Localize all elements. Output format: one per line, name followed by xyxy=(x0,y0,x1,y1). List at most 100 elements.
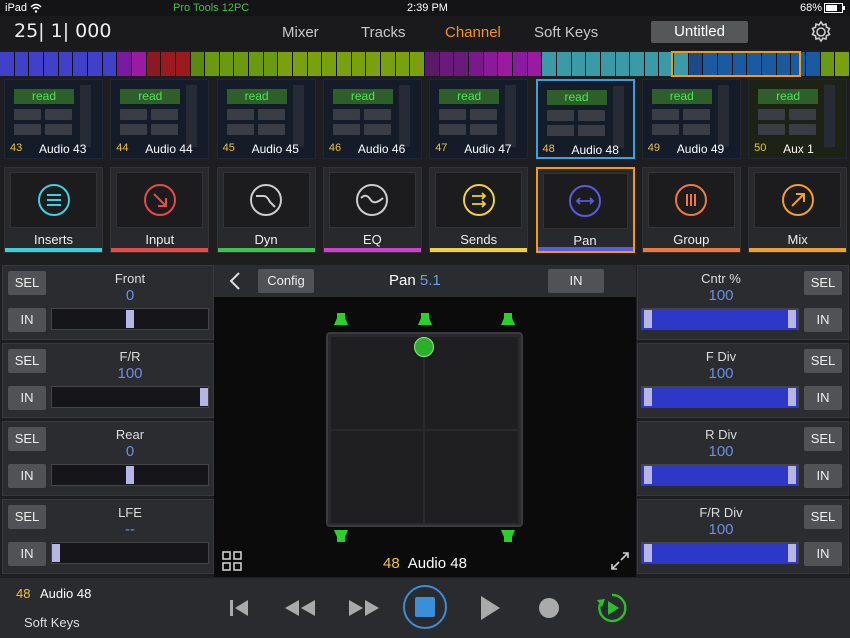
tab-soft-keys[interactable]: Soft Keys xyxy=(534,24,598,41)
track-tile[interactable]: read 50 Aux 1 xyxy=(748,79,848,159)
control-slider[interactable] xyxy=(51,542,209,564)
track-color-cell[interactable] xyxy=(820,52,836,76)
sel-button[interactable]: SEL xyxy=(804,271,842,295)
track-color-cell[interactable] xyxy=(87,52,103,76)
function-button-inserts[interactable]: Inserts xyxy=(4,167,103,253)
track-color-cell[interactable] xyxy=(439,52,455,76)
track-color-cell[interactable] xyxy=(131,52,147,76)
rewind-to-start-icon[interactable] xyxy=(228,598,250,618)
in-button[interactable]: IN xyxy=(804,464,842,488)
tab-channel[interactable]: Channel xyxy=(445,24,501,41)
track-color-cell[interactable] xyxy=(43,52,59,76)
play-icon[interactable] xyxy=(478,594,502,622)
slider-thumb[interactable] xyxy=(788,466,796,484)
sel-button[interactable]: SEL xyxy=(8,271,46,295)
track-color-cell[interactable] xyxy=(307,52,323,76)
automation-mode[interactable]: read xyxy=(332,89,393,104)
timecode-counter[interactable]: 25| 1| 000 xyxy=(14,20,111,42)
function-button-eq[interactable]: EQ xyxy=(322,167,422,253)
track-color-cell[interactable] xyxy=(0,52,15,76)
track-color-cell[interactable] xyxy=(102,52,118,76)
track-color-cell[interactable] xyxy=(586,52,601,76)
track-color-cell[interactable] xyxy=(498,52,513,76)
rewind-icon[interactable] xyxy=(283,598,317,618)
slider-thumb[interactable] xyxy=(52,544,60,562)
in-button[interactable]: IN xyxy=(804,542,842,566)
function-button-sends[interactable]: Sends xyxy=(429,167,529,253)
slider-thumb[interactable] xyxy=(788,544,796,562)
track-color-cell[interactable] xyxy=(351,52,367,76)
slider-thumb[interactable] xyxy=(126,310,134,328)
control-slider[interactable] xyxy=(51,386,209,408)
config-button[interactable]: Config xyxy=(258,269,314,293)
control-slider[interactable] xyxy=(641,386,799,408)
track-tile[interactable]: read 46 Audio 46 xyxy=(322,79,422,159)
track-color-cell[interactable] xyxy=(630,52,645,76)
automation-mode[interactable]: read xyxy=(120,89,181,104)
slider-thumb[interactable] xyxy=(788,388,796,406)
track-color-cell[interactable] xyxy=(615,52,631,76)
chevron-left-icon[interactable] xyxy=(228,271,242,291)
track-color-cell[interactable] xyxy=(58,52,74,76)
in-button[interactable]: IN xyxy=(8,386,46,410)
track-color-cell[interactable] xyxy=(117,52,132,76)
track-tile[interactable]: read 47 Audio 47 xyxy=(429,79,529,159)
fast-forward-icon[interactable] xyxy=(347,598,381,618)
track-color-cell[interactable] xyxy=(278,52,294,76)
track-color-cell[interactable] xyxy=(806,52,821,76)
in-button[interactable]: IN xyxy=(8,464,46,488)
tab-mixer[interactable]: Mixer xyxy=(282,24,319,41)
track-color-cell[interactable] xyxy=(483,52,499,76)
track-color-cell[interactable] xyxy=(468,52,484,76)
track-color-cell[interactable] xyxy=(410,52,425,76)
track-color-cell[interactable] xyxy=(425,52,440,76)
slider-thumb-start[interactable] xyxy=(644,466,652,484)
expand-icon[interactable] xyxy=(610,551,630,571)
track-tile[interactable]: read 49 Audio 49 xyxy=(641,79,741,159)
soft-keys-button[interactable]: Soft Keys xyxy=(24,615,80,630)
track-color-cell[interactable] xyxy=(146,52,162,76)
track-color-cell[interactable] xyxy=(395,52,411,76)
slider-thumb[interactable] xyxy=(200,388,208,406)
track-color-cell[interactable] xyxy=(512,52,528,76)
pan-in-button[interactable]: IN xyxy=(548,269,604,293)
record-icon[interactable] xyxy=(538,597,560,619)
control-slider[interactable] xyxy=(51,464,209,486)
in-button[interactable]: IN xyxy=(804,308,842,332)
track-color-cell[interactable] xyxy=(73,52,88,76)
track-tile[interactable]: read 45 Audio 45 xyxy=(216,79,316,159)
track-color-cell[interactable] xyxy=(29,52,44,76)
session-name-button[interactable]: Untitled xyxy=(651,21,748,43)
pan-puck[interactable] xyxy=(414,337,434,357)
track-color-cell[interactable] xyxy=(249,52,264,76)
function-button-input[interactable]: Input xyxy=(110,167,210,253)
function-button-dyn[interactable]: Dyn xyxy=(216,167,316,253)
track-color-cell[interactable] xyxy=(527,52,543,76)
track-color-strip[interactable] xyxy=(0,51,850,77)
surround-pan-grid[interactable] xyxy=(326,332,523,527)
track-tile[interactable]: read 44 Audio 44 xyxy=(110,79,210,159)
track-color-cell[interactable] xyxy=(161,52,176,76)
bank-window[interactable] xyxy=(671,51,801,77)
track-color-cell[interactable] xyxy=(205,52,220,76)
track-color-cell[interactable] xyxy=(263,52,279,76)
track-color-cell[interactable] xyxy=(175,52,191,76)
track-color-cell[interactable] xyxy=(835,52,850,76)
automation-mode[interactable]: read xyxy=(651,89,712,104)
in-button[interactable]: IN xyxy=(804,386,842,410)
in-button[interactable]: IN xyxy=(8,542,46,566)
slider-thumb-start[interactable] xyxy=(644,310,652,328)
track-color-cell[interactable] xyxy=(644,52,660,76)
track-color-cell[interactable] xyxy=(600,52,616,76)
loop-play-icon[interactable] xyxy=(596,592,628,624)
track-color-cell[interactable] xyxy=(381,52,396,76)
control-slider[interactable] xyxy=(641,464,799,486)
slider-thumb[interactable] xyxy=(788,310,796,328)
track-color-cell[interactable] xyxy=(234,52,250,76)
track-color-cell[interactable] xyxy=(571,52,587,76)
function-button-pan[interactable]: Pan xyxy=(535,167,635,253)
control-slider[interactable] xyxy=(641,308,799,330)
control-slider[interactable] xyxy=(51,308,209,330)
in-button[interactable]: IN xyxy=(8,308,46,332)
track-color-cell[interactable] xyxy=(219,52,235,76)
